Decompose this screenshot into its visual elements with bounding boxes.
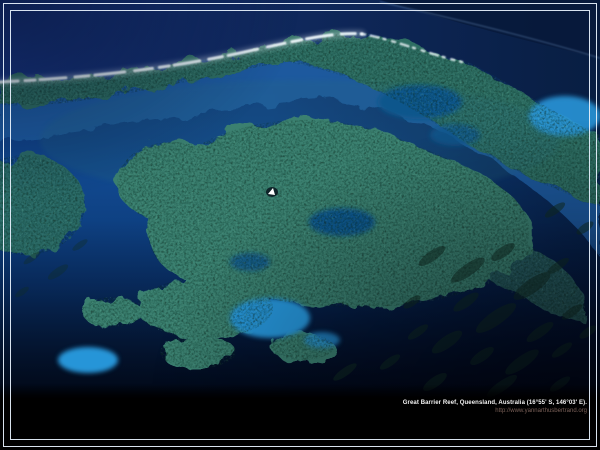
reef-photo	[0, 0, 600, 400]
wallpaper: Great Barrier Reef, Queensland, Australi…	[0, 0, 600, 450]
photo-caption: Great Barrier Reef, Queensland, Australi…	[403, 400, 587, 415]
caption-title: Great Barrier Reef, Queensland, Australi…	[403, 400, 587, 408]
vignette-top-left	[0, 0, 600, 400]
caption-url: http://www.yannarthusbertrand.org	[403, 408, 587, 415]
photo-bottom-fade	[0, 384, 600, 400]
reef-photo-svg	[0, 0, 600, 400]
